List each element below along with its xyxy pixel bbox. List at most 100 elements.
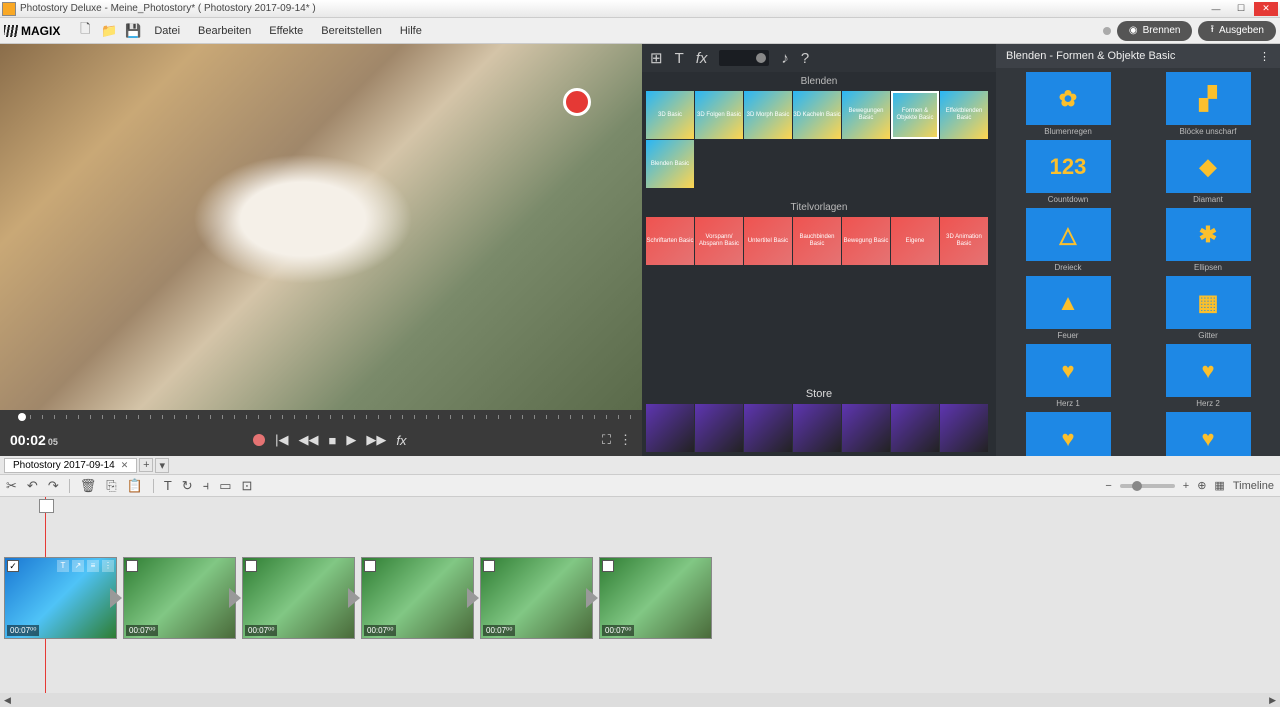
effect-item[interactable]: ▲Feuer bbox=[1002, 276, 1134, 340]
zoom-in-icon[interactable]: + bbox=[1183, 480, 1189, 492]
view-label[interactable]: Timeline bbox=[1233, 480, 1274, 492]
tool-c-icon[interactable]: ⊡ bbox=[241, 478, 252, 494]
effect-item[interactable]: ✿Blumenregen bbox=[1002, 72, 1134, 136]
title-thumb[interactable]: Vorspann/ Abspann Basic bbox=[695, 217, 743, 265]
blend-thumb[interactable]: Effektblenden Basic bbox=[940, 91, 988, 139]
blend-thumb[interactable]: Formen & Objekte Basic bbox=[891, 91, 939, 139]
menu-provide[interactable]: Bereitstellen bbox=[315, 25, 388, 37]
open-file-icon[interactable]: 📁 bbox=[100, 22, 118, 40]
effect-item[interactable]: 123Countdown bbox=[1002, 140, 1134, 204]
play-icon[interactable]: ▶ bbox=[346, 432, 356, 448]
view-grid-icon[interactable]: ▦ bbox=[1214, 479, 1224, 492]
effect-item[interactable]: ♥ bbox=[1002, 412, 1134, 456]
timeline-clip[interactable]: 00:07⁰⁰ bbox=[123, 557, 236, 639]
new-file-icon[interactable]: 🗋 bbox=[76, 22, 94, 40]
clip-checkbox[interactable] bbox=[602, 560, 614, 572]
grid-icon[interactable]: ⊞ bbox=[650, 49, 663, 67]
effect-item[interactable]: ◆Diamant bbox=[1142, 140, 1274, 204]
store-thumb[interactable] bbox=[842, 404, 890, 452]
effect-item[interactable]: ♥Herz 1 bbox=[1002, 344, 1134, 408]
scrubber[interactable] bbox=[0, 410, 642, 424]
clip-checkbox[interactable]: ✓ bbox=[7, 560, 19, 572]
burn-button[interactable]: ◉Brennen bbox=[1117, 21, 1193, 41]
minimize-button[interactable]: — bbox=[1204, 2, 1228, 16]
effect-item[interactable]: ♥Herz 2 bbox=[1142, 344, 1274, 408]
menu-effects[interactable]: Effekte bbox=[263, 25, 309, 37]
title-thumb[interactable]: Schriftarten Basic bbox=[646, 217, 694, 265]
tab-dropdown-button[interactable]: ▾ bbox=[155, 458, 169, 473]
fx-icon[interactable]: fx bbox=[396, 433, 406, 448]
store-thumb[interactable] bbox=[695, 404, 743, 452]
project-tab[interactable]: Photostory 2017-09-14✕ bbox=[4, 458, 137, 473]
timeline[interactable]: ✓T↗≡⋮00:07⁰⁰00:07⁰⁰00:07⁰⁰00:07⁰⁰00:07⁰⁰… bbox=[0, 497, 1280, 693]
zoom-out-icon[interactable]: − bbox=[1105, 480, 1111, 492]
zoom-fit-icon[interactable]: ⊕ bbox=[1197, 479, 1206, 492]
blend-thumb[interactable]: Blenden Basic bbox=[646, 140, 694, 188]
undo-icon[interactable]: ↶ bbox=[27, 478, 38, 494]
save-file-icon[interactable]: 💾 bbox=[124, 22, 142, 40]
copy-icon[interactable]: ⎘ bbox=[106, 478, 116, 494]
export-button[interactable]: ⭱Ausgeben bbox=[1198, 21, 1276, 41]
help-icon[interactable]: ? bbox=[801, 50, 809, 67]
delete-icon[interactable]: 🗑 bbox=[80, 478, 97, 494]
store-thumb[interactable] bbox=[744, 404, 792, 452]
effect-item[interactable]: △Dreieck bbox=[1002, 208, 1134, 272]
blend-thumb[interactable]: 3D Morph Basic bbox=[744, 91, 792, 139]
clip-checkbox[interactable] bbox=[364, 560, 376, 572]
scroll-left-icon[interactable]: ◀ bbox=[4, 695, 11, 706]
panel-menu-icon[interactable]: ⋮ bbox=[1259, 50, 1270, 63]
more-icon[interactable]: ⋮ bbox=[619, 432, 632, 448]
timeline-clip[interactable]: 00:07⁰⁰ bbox=[480, 557, 593, 639]
store-thumb[interactable] bbox=[793, 404, 841, 452]
forward-icon[interactable]: ▶▶ bbox=[366, 432, 386, 448]
transition-handle[interactable] bbox=[110, 588, 122, 608]
clip-checkbox[interactable] bbox=[245, 560, 257, 572]
maximize-button[interactable]: ☐ bbox=[1229, 2, 1253, 16]
cut-icon[interactable]: ✂ bbox=[6, 478, 17, 494]
music-icon[interactable]: ♪ bbox=[781, 50, 789, 67]
timeline-clip[interactable]: 00:07⁰⁰ bbox=[599, 557, 712, 639]
close-button[interactable]: ✕ bbox=[1254, 2, 1278, 16]
clip-checkbox[interactable] bbox=[483, 560, 495, 572]
store-thumb[interactable] bbox=[891, 404, 939, 452]
transition-handle[interactable] bbox=[467, 588, 479, 608]
transition-handle[interactable] bbox=[586, 588, 598, 608]
menu-file[interactable]: Datei bbox=[148, 25, 186, 37]
timeline-clip[interactable]: ✓T↗≡⋮00:07⁰⁰ bbox=[4, 557, 117, 639]
paste-icon[interactable]: 📋 bbox=[127, 478, 143, 494]
add-tab-button[interactable]: + bbox=[139, 458, 153, 472]
fullscreen-icon[interactable]: ⛶ bbox=[602, 432, 611, 448]
effect-item[interactable]: ✱Ellipsen bbox=[1142, 208, 1274, 272]
title-thumb[interactable]: 3D Animation Basic bbox=[940, 217, 988, 265]
title-thumb[interactable]: Bewegung Basic bbox=[842, 217, 890, 265]
title-tool-icon[interactable]: T bbox=[164, 478, 172, 493]
effect-item[interactable]: ▦Gitter bbox=[1142, 276, 1274, 340]
blend-thumb[interactable]: Bewegungen Basic bbox=[842, 91, 890, 139]
tool-b-icon[interactable]: ▭ bbox=[219, 478, 231, 494]
filter-dropdown[interactable] bbox=[719, 50, 769, 66]
title-thumb[interactable]: Untertitel Basic bbox=[744, 217, 792, 265]
title-thumb[interactable]: Bauchbinden Basic bbox=[793, 217, 841, 265]
tool-a-icon[interactable]: ⫞ bbox=[203, 478, 210, 494]
stop-icon[interactable]: ■ bbox=[329, 433, 337, 448]
store-thumb[interactable] bbox=[940, 404, 988, 452]
timeline-clip[interactable]: 00:07⁰⁰ bbox=[361, 557, 474, 639]
text-icon[interactable]: T bbox=[675, 50, 684, 67]
effect-item[interactable]: ♥ bbox=[1142, 412, 1274, 456]
scroll-right-icon[interactable]: ▶ bbox=[1269, 695, 1276, 706]
fx-tool-icon[interactable]: fx bbox=[696, 50, 708, 67]
skip-start-icon[interactable]: |◀ bbox=[275, 432, 288, 448]
title-thumb[interactable]: Eigene bbox=[891, 217, 939, 265]
blend-thumb[interactable]: 3D Folgen Basic bbox=[695, 91, 743, 139]
transition-handle[interactable] bbox=[229, 588, 241, 608]
effect-item[interactable]: ▞Blöcke unscharf bbox=[1142, 72, 1274, 136]
rotate-icon[interactable]: ↻ bbox=[182, 478, 193, 494]
store-thumb[interactable] bbox=[646, 404, 694, 452]
redo-icon[interactable]: ↷ bbox=[48, 478, 59, 494]
timeline-clip[interactable]: 00:07⁰⁰ bbox=[242, 557, 355, 639]
record-button[interactable] bbox=[253, 434, 265, 446]
blend-thumb[interactable]: 3D Kacheln Basic bbox=[793, 91, 841, 139]
zoom-slider[interactable] bbox=[1120, 484, 1175, 488]
menu-edit[interactable]: Bearbeiten bbox=[192, 25, 257, 37]
horizontal-scrollbar[interactable]: ◀ ▶ bbox=[0, 693, 1280, 707]
